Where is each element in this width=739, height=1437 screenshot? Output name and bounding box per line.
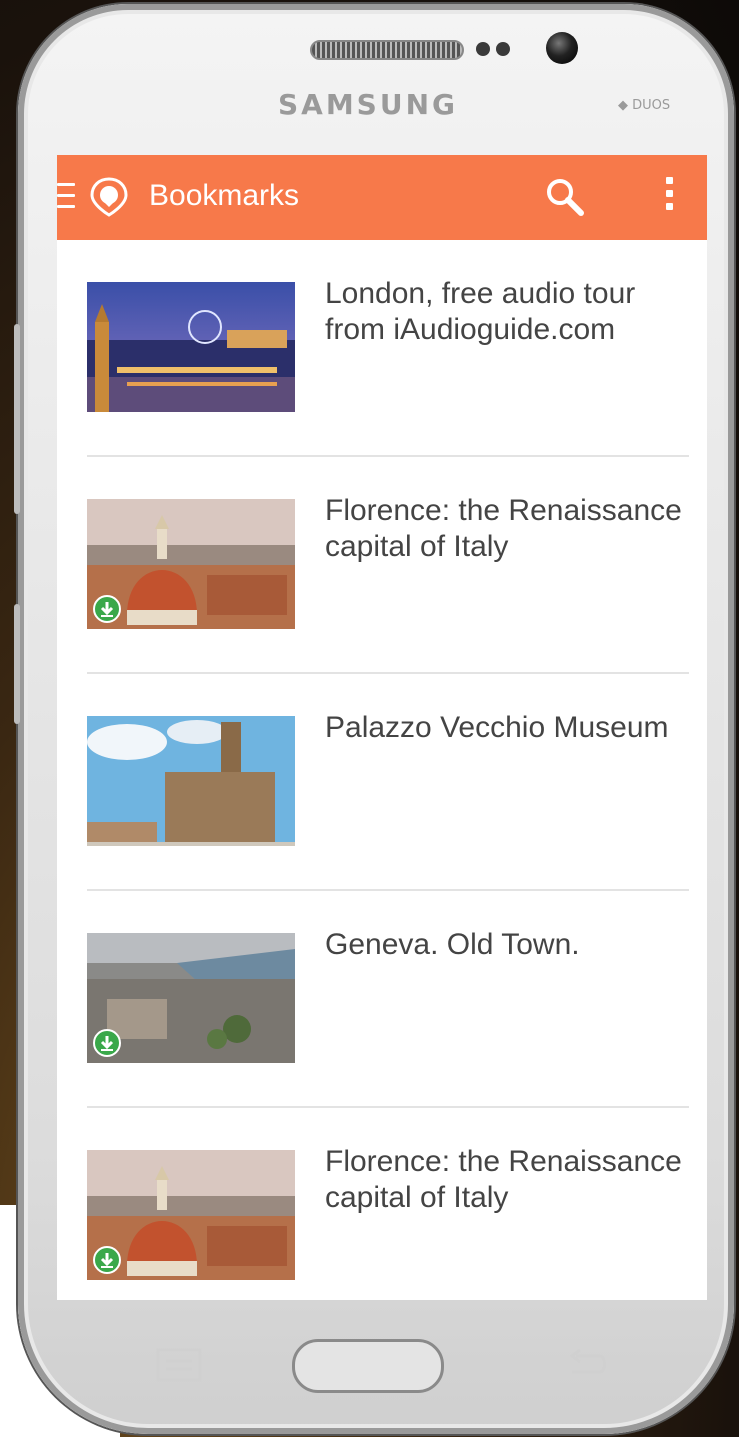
thumbnail-geneva — [87, 933, 295, 1063]
thumbnail-florence — [87, 499, 295, 629]
bookmark-title: Palazzo Vecchio Museum — [325, 711, 669, 744]
light-sensor — [496, 42, 510, 56]
download-badge-icon — [93, 595, 121, 623]
list-item[interactable]: Geneva. Old Town. — [57, 891, 707, 1108]
hamburger-icon[interactable] — [57, 183, 75, 209]
thumbnail-florence — [87, 1150, 295, 1280]
location-pin-icon[interactable] — [89, 177, 129, 217]
thumbnail-london — [87, 282, 295, 412]
download-badge-icon — [93, 1246, 121, 1274]
bookmark-title: London, free audio tour from iAudioguide… — [325, 277, 636, 346]
recent-apps-icon[interactable] — [156, 1348, 202, 1382]
list-item[interactable]: Palazzo Vecchio Museum — [57, 674, 707, 891]
list-item[interactable]: Florence: the Renaissance capital of Ita… — [57, 1108, 707, 1300]
earpiece-speaker — [310, 40, 464, 60]
front-camera — [546, 32, 578, 64]
proximity-sensor — [476, 42, 490, 56]
bookmark-title: Geneva. Old Town. — [325, 928, 580, 961]
back-icon[interactable] — [562, 1346, 610, 1382]
bookmark-title: Florence: the Renaissance capital of Ita… — [325, 494, 682, 563]
list-item[interactable]: Florence: the Renaissance capital of Ita… — [57, 457, 707, 674]
page-title: Bookmarks — [149, 179, 300, 212]
list-item[interactable]: London, free audio tour from iAudioguide… — [57, 240, 707, 457]
brand-logo: SAMSUNG — [277, 88, 459, 121]
thumbnail-palazzo-vecchio — [87, 716, 295, 846]
search-icon[interactable] — [543, 175, 587, 219]
bookmark-title: Florence: the Renaissance capital of Ita… — [325, 1145, 682, 1214]
download-badge-icon — [93, 1029, 121, 1057]
more-vert-icon[interactable] — [657, 177, 681, 219]
duos-badge: ◆ DUOS — [618, 98, 671, 113]
app-bar: Bookmarks — [57, 155, 707, 240]
home-button[interactable] — [292, 1339, 444, 1393]
side-key-lower — [14, 604, 20, 724]
app-screen: Bookmarks London, free audio tour from i… — [57, 155, 707, 1300]
volume-key — [14, 324, 20, 514]
